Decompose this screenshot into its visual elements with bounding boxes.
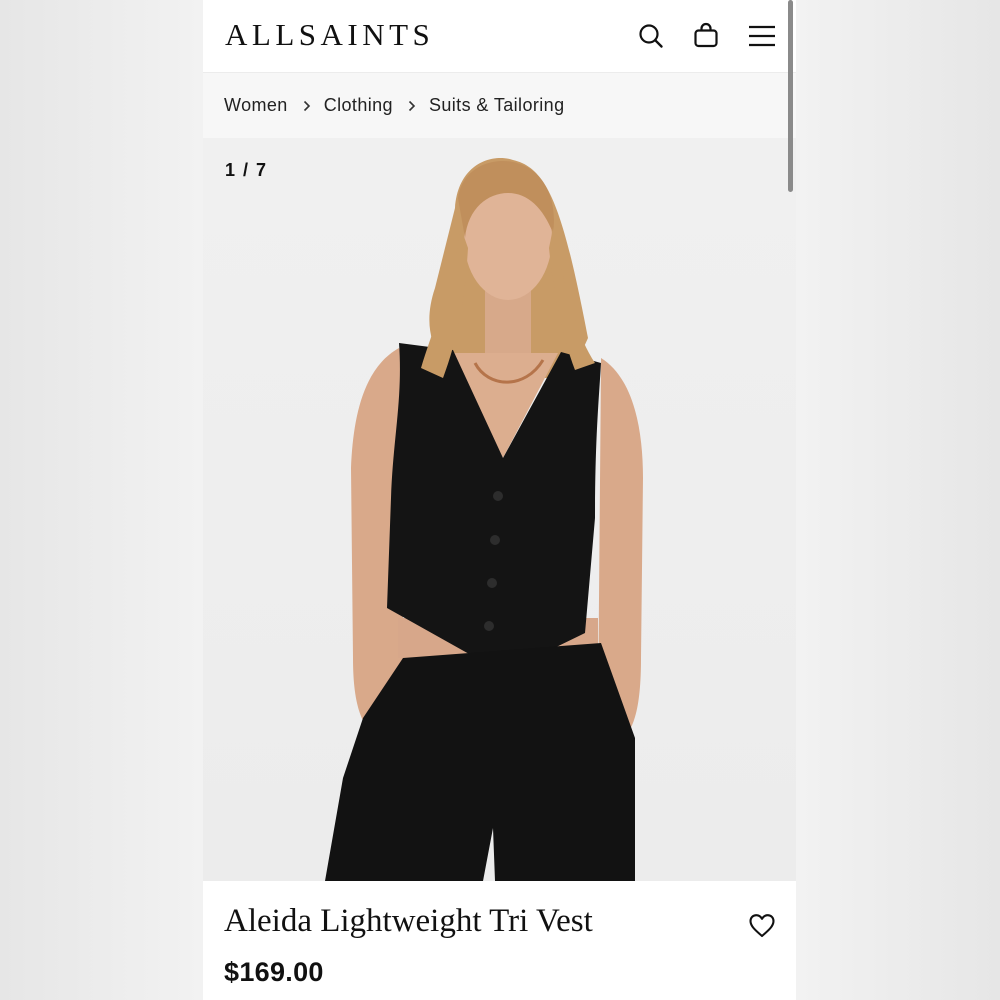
chevron-right-icon [407, 100, 417, 112]
product-image-gallery[interactable]: 1 / 7 [203, 138, 796, 881]
heart-icon[interactable] [748, 913, 776, 939]
brand-logo[interactable]: ALLSAINTS [225, 17, 434, 53]
breadcrumb-clothing[interactable]: Clothing [324, 95, 393, 116]
breadcrumb-women[interactable]: Women [224, 95, 288, 116]
left-backdrop [0, 0, 203, 1000]
menu-icon[interactable] [746, 20, 778, 52]
breadcrumb: Women Clothing Suits & Tailoring [203, 73, 796, 138]
chevron-right-icon [302, 100, 312, 112]
image-counter: 1 / 7 [225, 160, 268, 180]
shopping-bag-icon[interactable] [690, 20, 722, 52]
product-info: Aleida Lightweight Tri Vest $169.00 [203, 881, 796, 1000]
product-title: Aleida Lightweight Tri Vest [224, 903, 593, 939]
scrollbar[interactable] [788, 0, 793, 192]
right-backdrop [796, 0, 1000, 1000]
search-icon[interactable] [635, 20, 667, 52]
site-header: ALLSAINTS [203, 0, 796, 73]
product-price: $169.00 [224, 957, 324, 987]
breadcrumb-suits-tailoring[interactable]: Suits & Tailoring [429, 95, 565, 116]
mobile-page: ALLSAINTS Women Clothing Suits & Tailori… [203, 0, 796, 1000]
